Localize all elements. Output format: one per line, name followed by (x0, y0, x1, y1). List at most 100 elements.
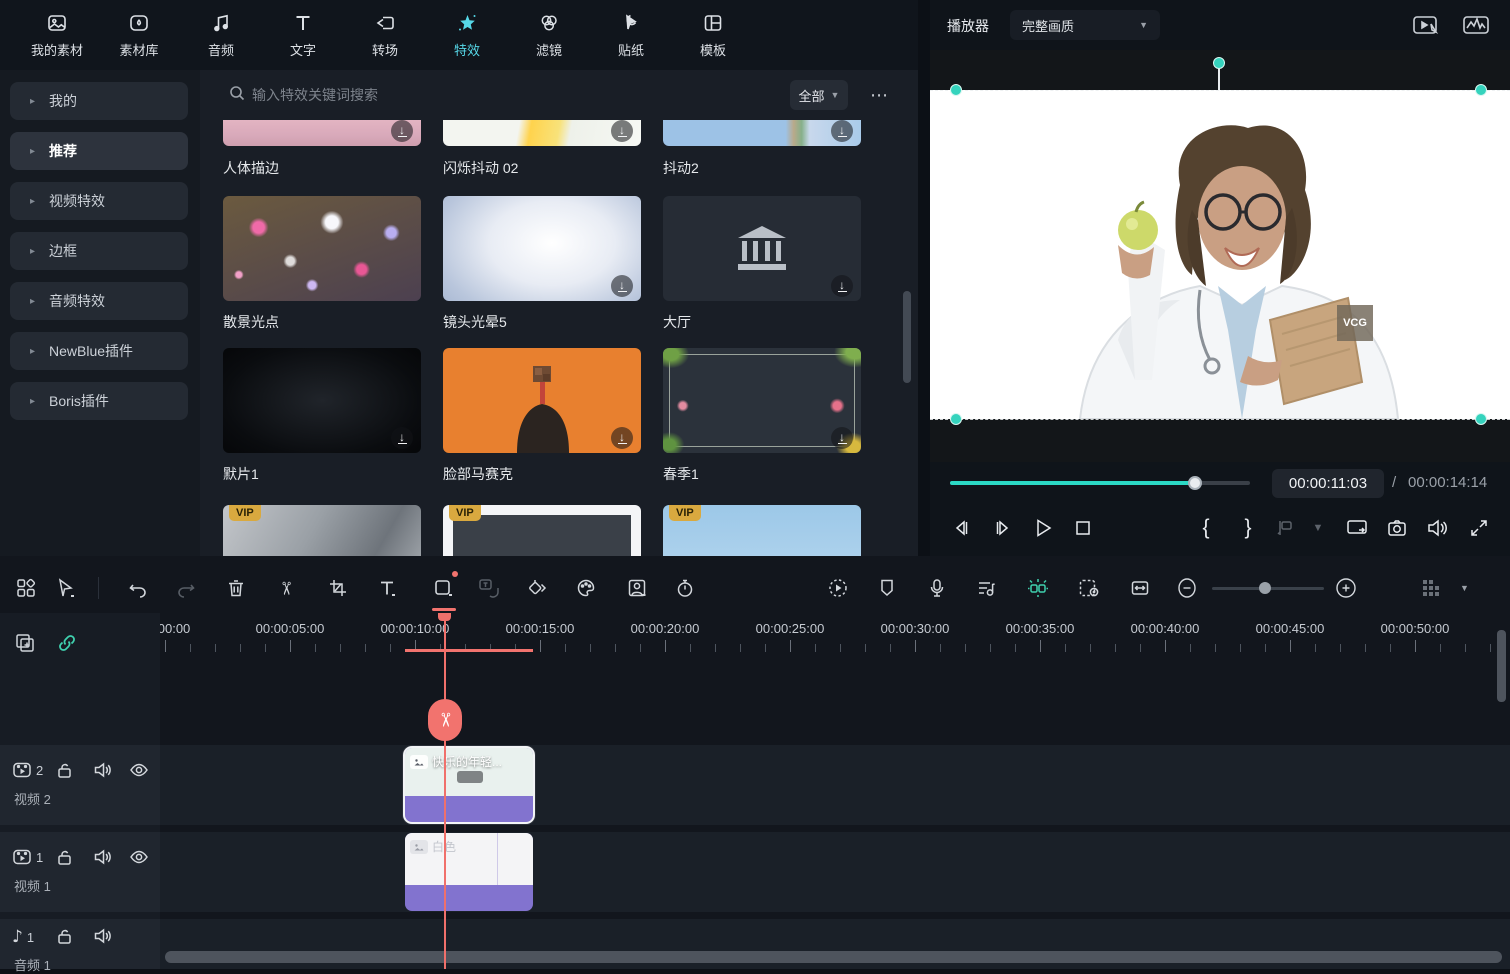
timeline-clip-white[interactable]: 白色 (405, 833, 533, 911)
delete-button[interactable] (221, 573, 251, 603)
mask-tool-button[interactable] (428, 573, 458, 603)
color-palette-button[interactable] (571, 573, 601, 603)
record-voiceover-button[interactable] (922, 573, 952, 603)
timeline-clip-selected[interactable]: 快乐的年轻... (405, 748, 533, 822)
sidebar-item-mine[interactable]: ▸我的 (10, 82, 188, 120)
mute-track-icon[interactable] (93, 761, 112, 779)
timeline-zoom-knob[interactable] (1259, 582, 1271, 594)
effect-card-bokeh[interactable] (223, 196, 421, 301)
more-options-button[interactable]: ⋯ (862, 80, 898, 110)
track-lane-video1[interactable] (160, 832, 1510, 912)
download-icon[interactable]: ↓ (391, 427, 413, 449)
tab-stickers[interactable]: 贴纸 (590, 0, 672, 70)
scopes-icon[interactable] (1462, 13, 1490, 37)
preview-canvas[interactable]: VCG (930, 90, 1510, 419)
hide-track-icon[interactable] (129, 848, 149, 866)
download-icon[interactable]: ↓ (611, 275, 633, 297)
tab-my-media[interactable]: 我的素材 (16, 0, 98, 70)
speed-button[interactable] (670, 573, 700, 603)
tab-effects[interactable]: 特效 (426, 0, 508, 70)
effect-card-flicker-shake02[interactable]: ↓ (443, 120, 641, 146)
volume-button[interactable] (1424, 515, 1450, 541)
download-icon[interactable]: ↓ (611, 120, 633, 142)
selection-handle-bottom-left[interactable] (950, 413, 962, 425)
playhead-handle[interactable] (438, 613, 451, 621)
search-input[interactable] (252, 82, 732, 108)
play-button[interactable] (1030, 515, 1056, 541)
playhead-line[interactable] (444, 613, 446, 969)
redo-button[interactable] (171, 573, 201, 603)
mark-out-button[interactable]: } (1235, 515, 1261, 541)
rotation-handle[interactable] (1213, 57, 1225, 69)
stop-button[interactable] (1070, 515, 1096, 541)
fit-timeline-button[interactable] (1125, 573, 1155, 603)
timeline-ruler[interactable]: 00:00:00 00:00:05:00 00:00:10:00 00:00:1… (160, 613, 1510, 660)
tab-text[interactable]: 文字 (262, 0, 344, 70)
track-manager-caret[interactable]: ▼ (1460, 583, 1469, 593)
screen-record-button[interactable] (1074, 573, 1104, 603)
effect-card-spring1[interactable]: ↓ (663, 348, 861, 453)
text-tool-button[interactable] (372, 573, 402, 603)
lock-icon[interactable] (56, 927, 73, 945)
effect-card-body-outline[interactable]: ↓ (223, 120, 421, 146)
select-tool-icon[interactable] (50, 573, 80, 603)
add-track-icon[interactable] (14, 632, 36, 654)
tab-filters[interactable]: 滤镜 (508, 0, 590, 70)
selection-handle-top-left[interactable] (950, 84, 962, 96)
effects-scrollbar[interactable] (903, 291, 911, 383)
zoom-out-button[interactable] (1172, 573, 1202, 603)
sidebar-item-boris[interactable]: ▸Boris插件 (10, 382, 188, 420)
auto-ripple-link-icon[interactable] (56, 632, 78, 654)
media-browser-icon[interactable] (11, 573, 41, 603)
render-preview-button[interactable] (823, 573, 853, 603)
quick-split-scissors-cursor[interactable]: ✂ (428, 699, 462, 741)
timeline-horizontal-scrollbar[interactable] (165, 951, 1502, 963)
keyframe-button[interactable] (523, 573, 553, 603)
fullscreen-button[interactable] (1466, 515, 1492, 541)
zoom-in-button[interactable] (1331, 573, 1361, 603)
effect-card-face-mosaic[interactable]: ↓ (443, 348, 641, 453)
marker-chevron-icon[interactable]: ▼ (1305, 515, 1331, 541)
effect-card-silent-film1[interactable]: ↓ (223, 348, 421, 453)
portrait-cutout-button[interactable] (622, 573, 652, 603)
audio-mixer-button[interactable] (971, 573, 1001, 603)
hide-track-icon[interactable] (129, 761, 149, 779)
track-lane-video2[interactable] (160, 745, 1510, 825)
tab-templates[interactable]: 模板 (672, 0, 754, 70)
download-icon[interactable]: ↓ (831, 427, 853, 449)
seek-bar[interactable] (950, 481, 1250, 485)
next-frame-button[interactable] (990, 515, 1016, 541)
split-button[interactable]: ✂ (271, 573, 301, 603)
download-icon[interactable]: ↓ (611, 427, 633, 449)
sidebar-item-recommended[interactable]: ▸推荐 (10, 132, 188, 170)
effect-card-vip-1[interactable]: VIP (223, 505, 421, 556)
effect-card-vip-3[interactable]: VIP (663, 505, 861, 556)
selection-handle-bottom-right[interactable] (1475, 413, 1487, 425)
mute-track-icon[interactable] (93, 848, 112, 866)
effect-card-lens-flare5[interactable]: ↓ (443, 196, 641, 301)
track-manager-button[interactable] (1416, 573, 1446, 603)
tab-transitions[interactable]: 转场 (344, 0, 426, 70)
quick-split-mode-button[interactable] (1023, 573, 1053, 603)
tab-audio[interactable]: 音频 (180, 0, 262, 70)
crop-button[interactable] (323, 573, 353, 603)
preview-render-icon[interactable] (1412, 13, 1440, 37)
undo-button[interactable] (123, 573, 153, 603)
mirror-display-button[interactable] (1344, 515, 1370, 541)
sidebar-item-frames[interactable]: ▸边框 (10, 232, 188, 270)
lock-icon[interactable] (56, 848, 73, 866)
effect-card-shake2[interactable]: ↓ (663, 120, 861, 146)
speech-to-text-button[interactable] (474, 573, 504, 603)
sidebar-item-video-effects[interactable]: ▸视频特效 (10, 182, 188, 220)
selection-handle-top-right[interactable] (1475, 84, 1487, 96)
sidebar-item-newblue[interactable]: ▸NewBlue插件 (10, 332, 188, 370)
quality-dropdown[interactable]: 完整画质 ▼ (1010, 10, 1160, 40)
effect-card-hall[interactable]: ↓ (663, 196, 861, 301)
previous-frame-button[interactable] (948, 515, 974, 541)
sidebar-item-audio-effects[interactable]: ▸音频特效 (10, 282, 188, 320)
seek-knob[interactable] (1188, 476, 1202, 490)
snapshot-button[interactable] (1384, 515, 1410, 541)
timeline-vertical-scrollbar[interactable] (1497, 630, 1506, 702)
effect-card-vip-2[interactable]: VIP (443, 505, 641, 556)
mute-track-icon[interactable] (93, 927, 112, 945)
